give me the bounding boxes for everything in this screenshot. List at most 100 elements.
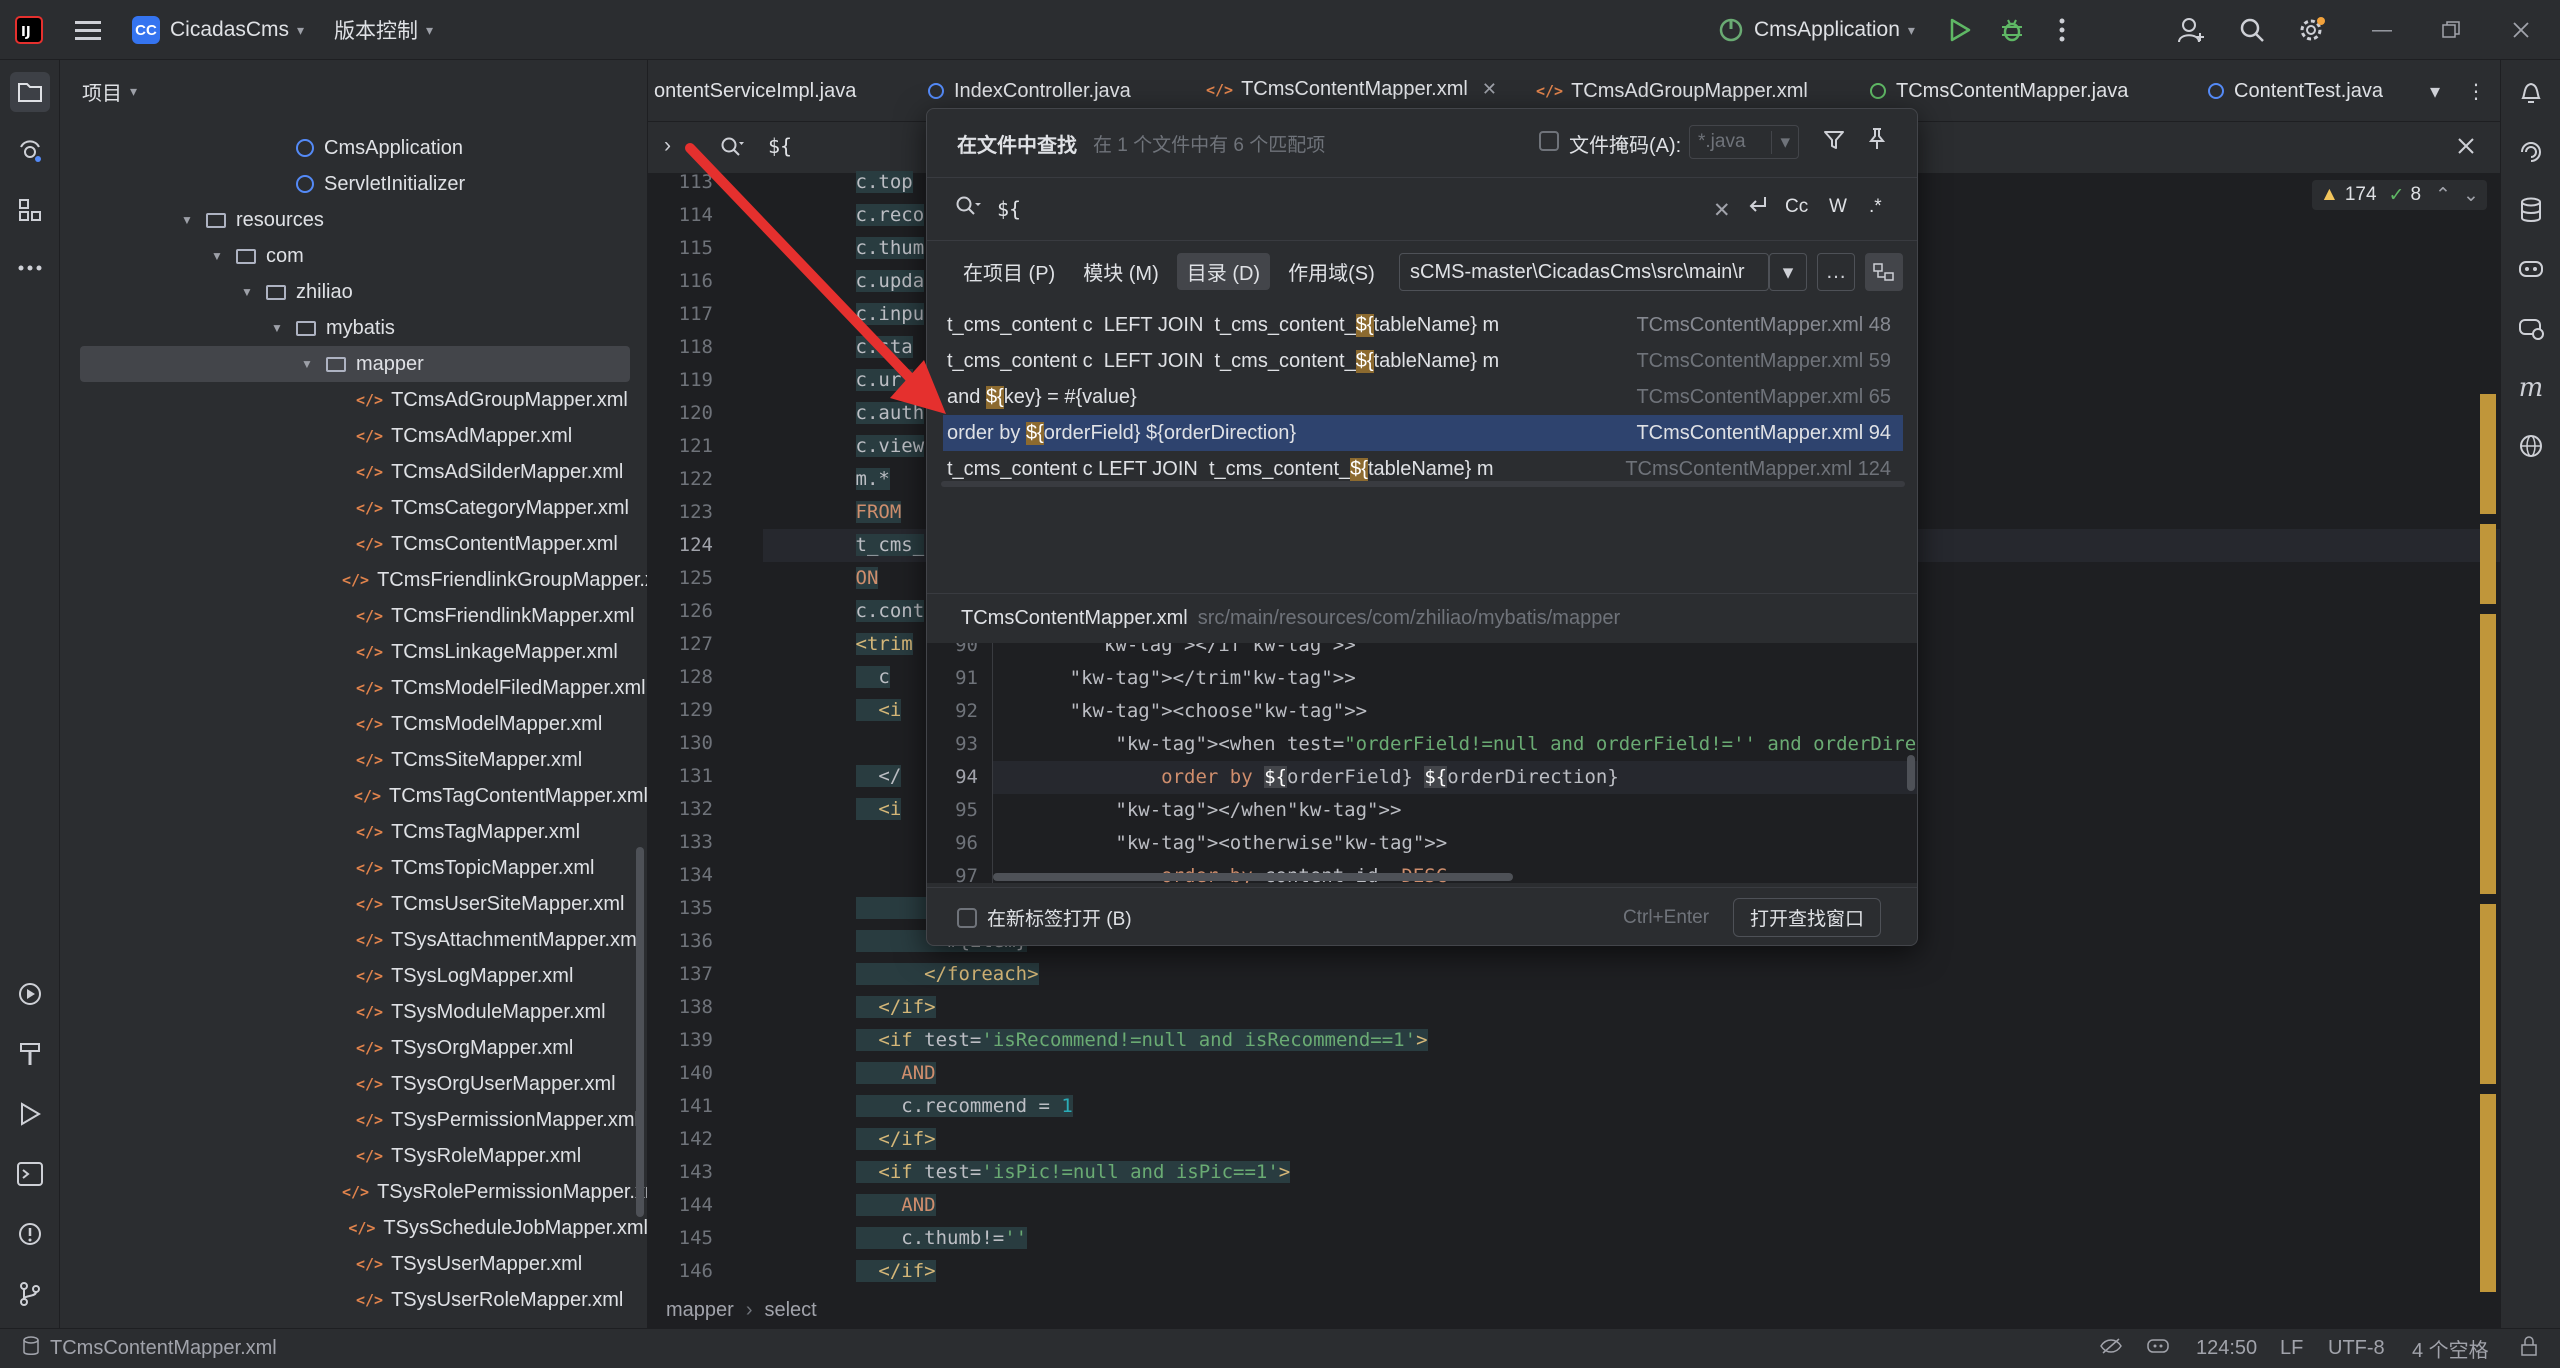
breadcrumb-item-mapper[interactable]: mapper (666, 1299, 734, 1322)
copilot-chat-icon[interactable] (2511, 308, 2551, 348)
vcs-menu[interactable]: 版本控制 ▾ (334, 0, 433, 60)
clear-query-icon[interactable]: ✕ (1713, 198, 1731, 223)
project-tool-folder-icon[interactable] (10, 72, 50, 112)
run-tool-icon[interactable] (10, 1094, 50, 1134)
git-icon[interactable] (10, 1274, 50, 1314)
settings-gear-icon[interactable] (2292, 10, 2332, 50)
tree-item[interactable]: </> TSysUserRoleMapper.xml (60, 1282, 647, 1318)
tree-item[interactable]: </> TCmsAdMapper.xml (60, 418, 647, 454)
search-history-icon[interactable] (955, 195, 981, 223)
tree-item[interactable]: </> TSysModuleMapper.xml (60, 994, 647, 1030)
notifications-bell-icon[interactable] (2511, 72, 2551, 112)
terminal-icon[interactable] (10, 1154, 50, 1194)
find-result-row[interactable]: t_cms_content c LEFT JOIN t_cms_content_… (943, 343, 1903, 379)
browse-directory-button[interactable]: … (1817, 253, 1855, 291)
pin-icon[interactable] (1867, 127, 1887, 157)
file-encoding[interactable]: UTF-8 (2328, 1337, 2385, 1360)
database-icon[interactable] (2511, 190, 2551, 230)
preview-editor[interactable]: 90919293949596979899100 "kw-tag"></if"kw… (927, 643, 1917, 883)
file-mask-checkbox[interactable] (1539, 131, 1559, 151)
tree-item[interactable]: ▼ resources (60, 202, 647, 238)
directory-history-dropdown[interactable]: ▾ (1769, 253, 1807, 291)
run-icon[interactable] (1940, 10, 1980, 50)
results-scrollbar[interactable] (941, 481, 1905, 487)
scope-tab[interactable]: 模块 (M) (1073, 253, 1169, 290)
line-separator[interactable]: LF (2280, 1337, 2303, 1360)
scope-tab[interactable]: 在项目 (P) (953, 253, 1065, 290)
newline-icon[interactable] (1747, 194, 1769, 222)
minimize-button[interactable]: — (2372, 0, 2392, 60)
editor-tab[interactable]: ContentTest.java (2208, 60, 2383, 122)
scope-tab[interactable]: 目录 (D) (1176, 253, 1271, 290)
tree-item[interactable]: </> TCmsTagContentMapper.xml (60, 778, 647, 814)
tree-item[interactable]: </> TCmsTopicMapper.xml (60, 850, 647, 886)
tree-item[interactable]: </> TSysOrgUserMapper.xml (60, 1066, 647, 1102)
restore-button[interactable] (2442, 0, 2460, 60)
regex-toggle[interactable]: .* (1869, 196, 1882, 218)
next-problem-icon[interactable]: ⌄ (2463, 184, 2479, 207)
find-result-row[interactable]: and ${key} = #{value} TCmsContentMapper.x… (943, 379, 1903, 415)
add-user-icon[interactable] (2172, 10, 2212, 50)
tree-item[interactable]: </> TSysRolePermissionMapper.xn (60, 1174, 647, 1210)
more-actions-icon[interactable] (2042, 10, 2082, 50)
tree-item[interactable]: </> TCmsFriendlinkGroupMapper.x (60, 562, 647, 598)
error-stripe[interactable] (2480, 394, 2496, 1368)
whole-words-toggle[interactable]: W (1829, 196, 1847, 218)
caret-position[interactable]: 124:50 (2196, 1337, 2257, 1360)
lock-icon[interactable] (2520, 1335, 2538, 1362)
scope-tab[interactable]: 作用域(S) (1278, 253, 1385, 290)
main-menu-icon[interactable] (68, 10, 108, 50)
tree-item[interactable]: </> TCmsCategoryMapper.xml (60, 490, 647, 526)
breadcrumb-item-select[interactable]: select (764, 1299, 816, 1322)
project-scrollbar[interactable] (636, 847, 644, 1217)
filter-icon[interactable] (1823, 129, 1845, 157)
tree-item[interactable]: </> TCmsModelMapper.xml (60, 706, 647, 742)
editor-tab[interactable]: ontentServiceImpl.java (654, 60, 856, 122)
chevron-down-icon[interactable]: ▼ (210, 249, 224, 263)
services-icon[interactable] (10, 974, 50, 1014)
tree-item[interactable]: </> TSysOrgMapper.xml (60, 1030, 647, 1066)
tree-item[interactable]: </> TSysScheduleJobMapper.xml (60, 1210, 647, 1246)
chevron-down-icon[interactable]: ▼ (300, 357, 314, 371)
status-file[interactable]: TCmsContentMapper.xml (50, 1337, 277, 1360)
tree-item[interactable]: ▼ mybatis (60, 310, 647, 346)
chevron-down-icon[interactable]: ▼ (180, 213, 194, 227)
tabs-dropdown-icon[interactable]: ▾ (2430, 60, 2440, 122)
find-popup-query-input[interactable]: ${ (997, 197, 1021, 221)
tree-item[interactable]: </> TSysRoleMapper.xml (60, 1138, 647, 1174)
preview-hscroll[interactable] (993, 873, 1513, 881)
tree-item[interactable]: </> TCmsAdSilderMapper.xml (60, 454, 647, 490)
match-case-toggle[interactable]: Cc (1785, 196, 1808, 218)
tree-item[interactable]: </> TSysLogMapper.xml (60, 958, 647, 994)
tree-item[interactable]: </> TCmsContentMapper.xml (60, 526, 647, 562)
file-mask-select[interactable]: *.java ▾ (1689, 125, 1799, 159)
project-switcher[interactable]: CC CicadasCms ▾ (132, 0, 304, 60)
no-inspections-eye-icon[interactable] (2100, 1337, 2122, 1361)
more-tools-icon[interactable] (10, 248, 50, 288)
debug-icon[interactable] (1992, 10, 2032, 50)
close-findbar-icon[interactable] (2456, 136, 2476, 162)
project-panel-header[interactable]: 项目 ▾ (60, 60, 647, 122)
copilot-icon[interactable] (2511, 248, 2551, 288)
chevron-down-icon[interactable]: ▼ (240, 285, 254, 299)
tree-item[interactable]: </> TSysAttachmentMapper.xml (60, 922, 647, 958)
structure-icon[interactable] (10, 190, 50, 230)
preview-vscroll[interactable] (1907, 755, 1915, 791)
search-icon[interactable] (2232, 10, 2272, 50)
directory-input[interactable]: sCMS-master\CicadasCms\src\main\r (1399, 253, 1769, 291)
commit-icon[interactable] (10, 132, 50, 172)
close-window-button[interactable] (2512, 0, 2530, 60)
find-result-row[interactable]: order by ${orderField} ${orderDirection}… (943, 415, 1903, 451)
tree-item[interactable]: ▼ mapper (80, 346, 630, 382)
run-config-selector[interactable]: CmsApplication ▾ (1718, 0, 1915, 60)
tree-item[interactable]: ▼ com (60, 238, 647, 274)
tree-item[interactable]: </> TCmsModelFiledMapper.xml (60, 670, 647, 706)
prev-problem-icon[interactable]: ⌃ (2435, 184, 2451, 207)
tree-item[interactable]: </> TCmsSiteMapper.xml (60, 742, 647, 778)
tabs-more-icon[interactable]: ⋮ (2466, 60, 2486, 122)
find-result-row[interactable]: t_cms_content c LEFT JOIN t_cms_content_… (943, 307, 1903, 343)
open-in-new-tab-checkbox[interactable] (957, 907, 977, 928)
ai-assistant-icon[interactable] (2511, 132, 2551, 172)
translate-icon[interactable] (2511, 426, 2551, 466)
tree-item[interactable]: </> TSysPermissionMapper.xml (60, 1102, 647, 1138)
